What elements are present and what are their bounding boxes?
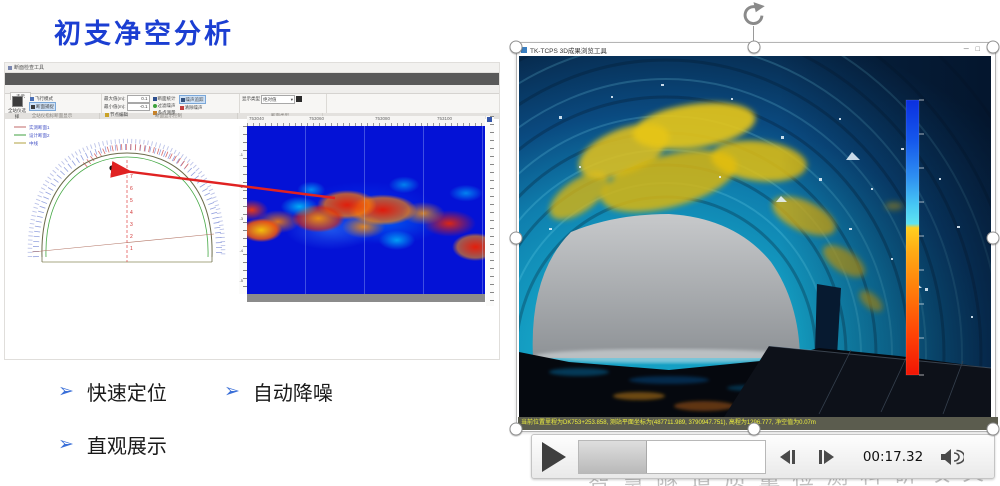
resize-handle-top-right[interactable] [987,41,1000,54]
resize-handle-bottom-left[interactable] [510,423,523,436]
page-title: 初支净空分析 [54,12,234,51]
clear-noise-button[interactable]: 清除噪声 [179,104,206,111]
min-value-label: 最小值(m): [104,104,126,110]
resize-handle-mid-right[interactable] [987,232,1000,245]
display-type-label: 显示类型 [242,96,260,102]
capture-icon [31,105,35,109]
arrow-bullet-icon: ➢ [58,380,74,403]
station-icon [12,96,23,107]
slide-canvas: 初支净空分析 断面检查工具 表示 全站仪选择 飞行模式 [0,0,1000,486]
bullet-visual-display: ➢ 直观展示 [58,430,167,459]
group-label-2: 断面显示控制 [100,113,238,119]
svg-text:3: 3 [130,222,133,228]
legend-item-2: 设计断面2 [29,132,50,139]
media-control-bar: 00:17.32 [531,434,995,479]
app-ribbon-band [5,73,499,85]
stat-icon [153,97,157,101]
maximize-button[interactable]: □ [976,46,980,53]
step-forward-button[interactable] [817,450,834,464]
heatmap-right-ruler [486,116,494,306]
app-tabstrip: 表示 [5,85,499,94]
app-title: 断面检查工具 [14,64,44,71]
track-icon [181,98,185,102]
resize-handle-top-center[interactable] [748,41,761,54]
app-titlebar: 断面检查工具 [5,63,499,73]
section-capture-button[interactable]: 断面捕捉 [29,102,56,111]
app-icon [8,66,12,70]
svg-text:2: 2 [130,234,133,240]
tunnel-3d-view[interactable] [519,56,991,417]
step-back-icon [780,450,790,464]
video-window-title: TK-TCPS 3D成果浏览工具 [530,45,607,55]
legend-item-3: 中线 [29,140,38,147]
heatmap-bottom-bar [247,294,485,302]
legend-item-1: 实测断面1 [29,124,50,131]
station-select-button[interactable]: 全站仪选择 [7,95,27,112]
resize-handle-bottom-right[interactable] [987,423,1000,436]
rotate-handle-icon[interactable] [740,1,767,28]
filter-icon [153,104,157,108]
app-toolbar: 全站仪选择 飞行模式 断面捕捉 最大值(m): [5,94,499,113]
resize-handle-top-left[interactable] [510,41,523,54]
chevron-down-icon: ▾ [291,96,293,103]
seek-bar-progress [579,441,647,473]
step-forward-icon [824,450,834,464]
fly-mode-button[interactable]: 飞行模式 [29,95,56,102]
display-type-select[interactable]: 绝对值 ▾ [261,95,295,104]
arrow-bullet-icon: ➢ [58,433,74,456]
group-label-1: 全站仪指标断面显示 [5,113,100,119]
scroll-button[interactable] [487,117,492,122]
minimize-button[interactable]: ─ [964,46,969,53]
side-recess [815,284,841,356]
max-value-label: 最大值(m): [104,96,126,102]
seek-bar[interactable] [578,440,766,474]
video-object[interactable]: TK-TCPS 3D成果浏览工具 ─ □ × [516,42,996,432]
svg-text:1: 1 [130,246,133,252]
mute-icon[interactable] [940,448,964,466]
tunnel-cross-section-diagram: 实测断面1 设计断面2 中线 7 6 5 4 3 2 1 [10,120,240,320]
elapsed-time: 00:17.32 [856,449,930,465]
locator-arrow [96,158,352,214]
bullet-auto-denoise: ➢ 自动降噪 [224,377,333,406]
filter-noise-button[interactable]: 过滤噪声 [152,102,177,109]
resize-handle-mid-left[interactable] [510,232,523,245]
min-value-input[interactable]: -0.1 [127,103,150,111]
noise-track-button[interactable]: 噪声追踪 [179,95,206,104]
arrow-bullet-icon: ➢ [224,380,240,403]
palette-button[interactable] [296,96,302,102]
section-stat-button[interactable]: 断面统计 [152,95,177,102]
play-button[interactable] [542,442,566,472]
max-value-input[interactable]: 0.1 [127,95,150,103]
trend-line [32,234,214,252]
fly-icon [30,97,34,101]
resize-handle-bottom-center[interactable] [748,423,761,436]
clear-icon [180,106,184,110]
step-back-button[interactable] [780,450,797,464]
bullet-quick-locate: ➢ 快速定位 [58,377,167,406]
